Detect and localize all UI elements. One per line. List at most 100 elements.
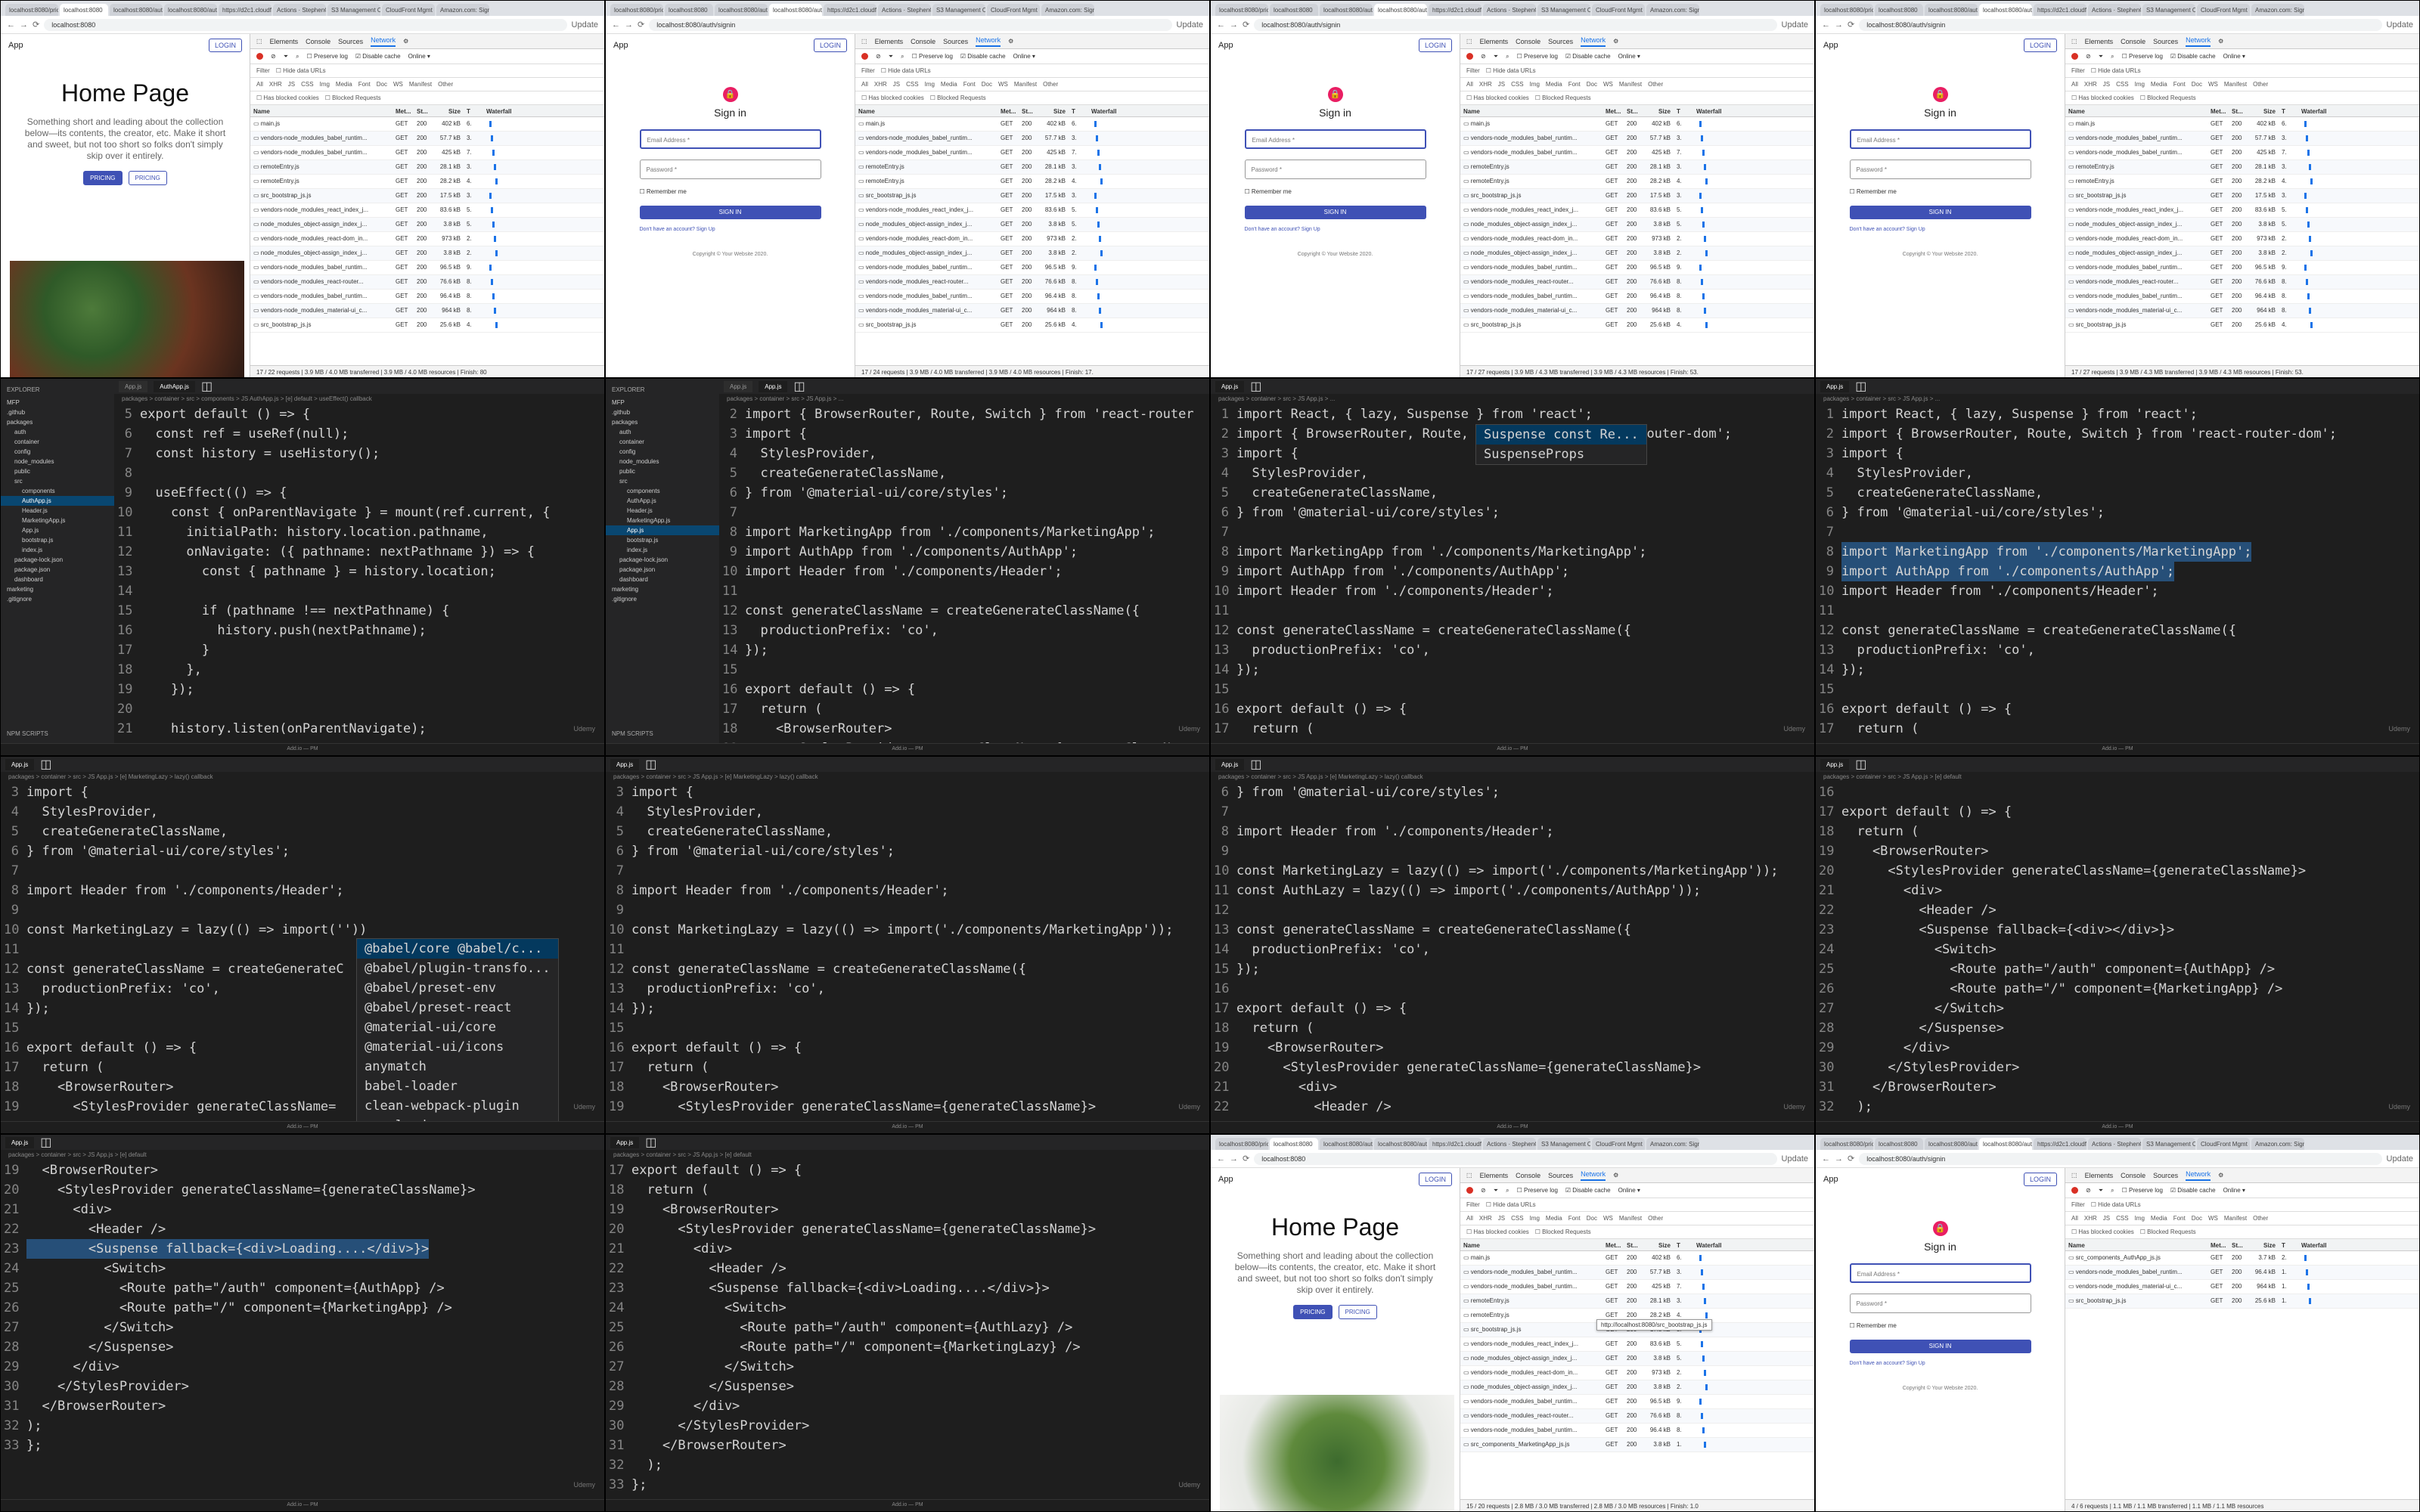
devtools-tab-elements[interactable]: Elements bbox=[875, 38, 904, 45]
devtools-tab-sources[interactable]: Sources bbox=[943, 38, 968, 45]
request-name[interactable]: ▭ main.js bbox=[2065, 117, 2207, 131]
login-button[interactable]: LOGIN bbox=[2023, 1173, 2057, 1186]
update-badge[interactable]: Update bbox=[1782, 20, 1808, 29]
devtools-tab-network[interactable]: Network bbox=[2186, 1170, 2211, 1181]
file-tree-item[interactable]: config bbox=[606, 447, 719, 457]
table-row[interactable]: ▭ vendors-node_modules_babel_runtim... GE… bbox=[1460, 132, 1814, 146]
type-filter-img[interactable]: Img bbox=[2135, 81, 2145, 88]
code-line[interactable]: 19 <BrowserRouter> bbox=[4, 1160, 604, 1180]
type-filter-all[interactable]: All bbox=[1466, 81, 1473, 88]
signin-button[interactable]: SIGN IN bbox=[1244, 206, 1426, 219]
request-name[interactable]: ▭ remoteEntry.js bbox=[1460, 160, 1602, 174]
browser-tab[interactable]: localhost:8080/pricing bbox=[1820, 4, 1873, 16]
column-header[interactable]: Waterfall bbox=[483, 105, 604, 116]
browser-tab[interactable]: localhost:8080 bbox=[1875, 4, 1923, 16]
file-tree-item[interactable]: public bbox=[1, 466, 114, 476]
pricing-button-primary[interactable]: PRICING bbox=[1293, 1305, 1333, 1319]
code-line[interactable]: 25 <Route path="/auth" component={AuthLa… bbox=[609, 1318, 1209, 1337]
file-tree-item[interactable]: src bbox=[1, 476, 114, 486]
table-row[interactable]: ▭ vendors-node_modules_babel_runtim... GE… bbox=[250, 261, 604, 275]
code-line[interactable]: 5 createGenerateClassName, bbox=[1819, 483, 2419, 503]
code-line[interactable]: 11 bbox=[722, 581, 1209, 601]
clear-icon[interactable]: ⊘ bbox=[2086, 1187, 2091, 1194]
code-line[interactable]: 26 <Route path="/" component={MarketingA… bbox=[4, 1298, 604, 1318]
filter-icon[interactable]: ⏷ bbox=[1494, 1187, 1498, 1194]
column-header[interactable]: St... bbox=[414, 105, 433, 116]
code-line[interactable]: 20 <StylesProvider generateClassName={ge… bbox=[4, 1180, 604, 1200]
autocomplete-item[interactable]: SuspenseProps bbox=[1476, 445, 1646, 464]
table-row[interactable]: ▭ vendors-node_modules_babel_runtim... GE… bbox=[1460, 1424, 1814, 1438]
type-filter-js[interactable]: JS bbox=[1498, 81, 1505, 88]
editor-tab[interactable]: App.js bbox=[724, 380, 753, 392]
table-row[interactable]: ▭ main.js GET 200 402 kB 6. bbox=[2065, 117, 2419, 132]
checkbox-icon[interactable]: ☐ bbox=[1850, 1322, 1857, 1329]
back-arrow-icon[interactable]: ← bbox=[612, 20, 620, 29]
code-line[interactable]: 32); bbox=[4, 1416, 604, 1436]
browser-tab[interactable]: CloudFront Mgmt bbox=[2197, 1138, 2250, 1150]
update-badge[interactable]: Update bbox=[2387, 20, 2413, 29]
code-line[interactable]: 27 </Switch> bbox=[4, 1318, 604, 1337]
column-header[interactable]: St... bbox=[1624, 1239, 1643, 1250]
clear-icon[interactable]: ⊘ bbox=[1481, 1187, 1486, 1194]
file-tree-item[interactable]: .github bbox=[606, 407, 719, 417]
table-row[interactable]: ▭ vendors-node_modules_material-ui_c... G… bbox=[250, 304, 604, 318]
address-input[interactable]: localhost:8080/auth/signin bbox=[1859, 18, 2382, 31]
clear-icon[interactable]: ⊘ bbox=[2086, 53, 2091, 60]
request-name[interactable]: ▭ vendors-node_modules_react-dom_in... bbox=[1460, 1366, 1602, 1380]
forward-arrow-icon[interactable]: → bbox=[1230, 20, 1238, 29]
code-line[interactable]: 14 bbox=[117, 581, 604, 601]
browser-tab[interactable]: Actions · StephenGrid bbox=[878, 4, 931, 16]
request-name[interactable]: ▭ src_bootstrap_js.js bbox=[855, 318, 997, 332]
type-filter-all[interactable]: All bbox=[2071, 1215, 2078, 1222]
browser-tab[interactable]: https://d2c1.cloudfront bbox=[1429, 4, 1481, 16]
column-header[interactable]: Met... bbox=[997, 105, 1019, 116]
search-icon[interactable]: ⌕ bbox=[1506, 53, 1509, 60]
code-line[interactable]: 23 <Suspense fallback={<div></div>}> bbox=[1819, 920, 2419, 940]
code-line[interactable]: 21 <div> bbox=[1214, 1077, 1814, 1097]
file-tree-item[interactable]: MarketingApp.js bbox=[606, 516, 719, 525]
table-row[interactable]: ▭ vendors-node_modules_babel_runtim... GE… bbox=[855, 132, 1209, 146]
address-input[interactable]: localhost:8080 bbox=[1254, 1152, 1777, 1165]
table-row[interactable]: ▭ src_bootstrap_js.jsGET20017.5 kB3. bbox=[2065, 189, 2419, 203]
table-row[interactable]: ▭ vendors-node_modules_babel_runtim... GE… bbox=[855, 261, 1209, 275]
code-line[interactable]: 13 productionPrefix: 'co', bbox=[1819, 640, 2419, 660]
filter-input[interactable]: Filter bbox=[256, 67, 270, 74]
code-line[interactable]: 24 <Switch> bbox=[4, 1259, 604, 1278]
record-icon[interactable] bbox=[861, 53, 868, 60]
code-line[interactable]: 26 <Route path="/" component={MarketingA… bbox=[1819, 979, 2419, 999]
search-icon[interactable]: ⌕ bbox=[1506, 1187, 1509, 1194]
back-arrow-icon[interactable]: ← bbox=[1217, 20, 1225, 29]
blocked-cookies-checkbox[interactable]: ☐ Has blocked cookies bbox=[2071, 1228, 2134, 1235]
settings-gear-icon[interactable]: ⚙ bbox=[403, 38, 408, 45]
code-line[interactable]: 28 </Suspense> bbox=[609, 1377, 1209, 1396]
blocked-cookies-checkbox[interactable]: ☐ Has blocked cookies bbox=[256, 94, 319, 101]
forward-arrow-icon[interactable]: → bbox=[1835, 20, 1843, 29]
blocked-cookies-checkbox[interactable]: ☐ Has blocked cookies bbox=[2071, 94, 2134, 101]
table-row[interactable]: ▭ vendors-node_modules_babel_runtim... GE… bbox=[250, 146, 604, 160]
type-filter-doc[interactable]: Doc bbox=[377, 81, 387, 88]
editor-tab-active[interactable]: App.js bbox=[1215, 758, 1245, 770]
type-filter-css[interactable]: CSS bbox=[2116, 1215, 2128, 1222]
request-name[interactable]: ▭ src_bootstrap_js.js bbox=[250, 189, 392, 203]
request-name[interactable]: ▭ vendors-node_modules_babel_runtim... bbox=[2065, 1266, 2207, 1279]
code-line[interactable]: 9 bbox=[4, 900, 604, 920]
blocked-cookies-checkbox[interactable]: ☐ Has blocked cookies bbox=[1466, 94, 1529, 101]
request-name[interactable]: ▭ src_bootstrap_js.js bbox=[1460, 318, 1602, 332]
file-tree-item[interactable]: package-lock.json bbox=[606, 555, 719, 565]
type-filter-img[interactable]: Img bbox=[320, 81, 330, 88]
browser-tab[interactable]: S3 Management Cons bbox=[2142, 4, 2195, 16]
inspect-icon[interactable]: ⬚ bbox=[2071, 38, 2077, 45]
code-line[interactable]: 21 <div> bbox=[609, 1239, 1209, 1259]
table-row[interactable]: ▭ vendors-node_modules_react_index_j... G… bbox=[1460, 203, 1814, 218]
table-row[interactable]: ▭ src_bootstrap_js.jsGET20017.5 kB3. bbox=[855, 189, 1209, 203]
file-tree-item[interactable]: index.js bbox=[606, 545, 719, 555]
table-row[interactable]: ▭ vendors-node_modules_babel_runtim... GE… bbox=[2065, 146, 2419, 160]
type-filter-media[interactable]: Media bbox=[941, 81, 957, 88]
browser-tab[interactable]: localhost:8080/auth bbox=[110, 4, 163, 16]
table-row[interactable]: ▭ remoteEntry.js GET 200 28.1 kB 3. bbox=[1460, 1294, 1814, 1309]
type-filter-other[interactable]: Other bbox=[1648, 1215, 1663, 1222]
type-filter-media[interactable]: Media bbox=[2151, 1215, 2167, 1222]
code-line[interactable]: 10 const MarketingLazy = lazy(() => impor… bbox=[4, 920, 604, 940]
pricing-button-secondary[interactable]: PRICING bbox=[1338, 1305, 1377, 1319]
code-line[interactable]: 4 StylesProvider, bbox=[609, 802, 1209, 822]
